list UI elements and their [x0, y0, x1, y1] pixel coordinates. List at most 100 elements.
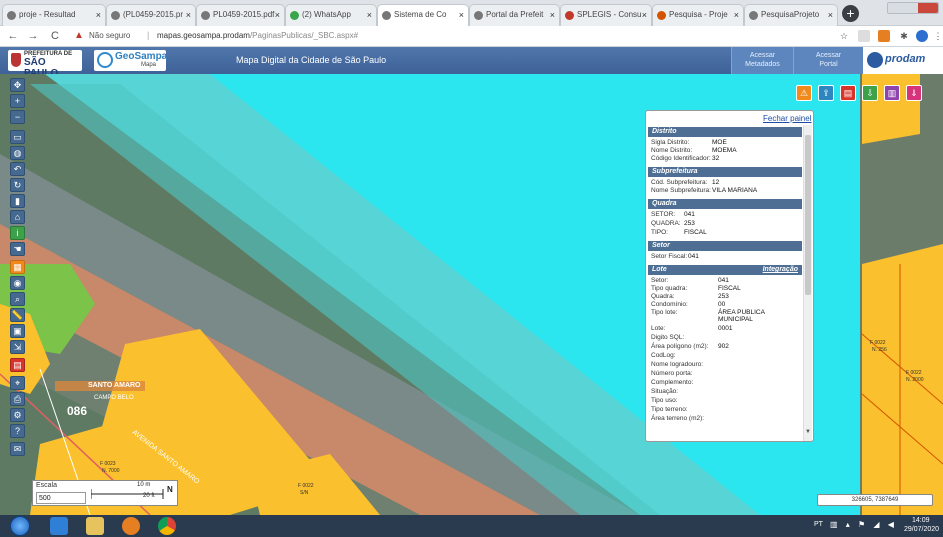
language-indicator[interactable]: PT: [814, 521, 823, 528]
field-value: 0001: [718, 325, 733, 332]
metadados-link-line1: Acessar: [749, 52, 776, 59]
page-title: Mapa Digital da Cidade de São Paulo: [236, 55, 387, 65]
layers-icon[interactable]: ◉: [10, 276, 25, 290]
print-icon[interactable]: ⎙: [10, 392, 25, 406]
upload-icon[interactable]: ⇪: [818, 85, 834, 101]
puzzle-icon[interactable]: ✱: [898, 30, 910, 42]
field-value: MUNICIPAL: [718, 316, 753, 323]
undo-icon[interactable]: ↶: [10, 162, 25, 176]
minimize-button[interactable]: [888, 3, 904, 13]
browser-tab[interactable]: proje - Resultad ×: [2, 4, 106, 26]
browser-tab[interactable]: SPLEGIS - Consu ×: [560, 4, 652, 26]
scroll-down-icon[interactable]: ▼: [804, 429, 812, 435]
help-icon[interactable]: ?: [10, 424, 25, 438]
zoom-out-icon[interactable]: −: [10, 110, 25, 124]
export-icon[interactable]: ⇩: [862, 85, 878, 101]
lot-code-label: F 0022: [906, 370, 922, 376]
browser-tab-active[interactable]: Sistema de Co ×: [377, 4, 469, 26]
chart-icon[interactable]: ▥: [884, 85, 900, 101]
lot-code-label: F 0023: [100, 461, 116, 467]
grid-icon[interactable]: ▦: [10, 260, 25, 274]
search-icon[interactable]: ⌕: [10, 292, 25, 306]
clock-time[interactable]: 14:09: [912, 517, 930, 524]
pan-tool-icon[interactable]: ✥: [10, 78, 25, 92]
internet-explorer-icon[interactable]: [50, 517, 68, 535]
close-icon[interactable]: ×: [275, 5, 280, 25]
field-value: 00: [718, 301, 726, 308]
reload-button[interactable]: C: [48, 28, 62, 44]
close-icon[interactable]: ×: [367, 5, 372, 25]
zoom-box-icon[interactable]: ▭: [10, 130, 25, 144]
favicon-icon: [201, 11, 210, 20]
field-label: Área polígono (m2):: [651, 343, 709, 350]
security-label[interactable]: Não seguro: [89, 31, 130, 40]
metadados-link[interactable]: Acessar Metadados: [731, 47, 793, 74]
print-map-icon[interactable]: ▤: [840, 85, 856, 101]
lot-code-label: F 0022: [298, 483, 314, 489]
file-explorer-icon[interactable]: [86, 517, 104, 535]
browser-tab[interactable]: Portal da Prefeit ×: [469, 4, 560, 26]
mail-icon[interactable]: ✉: [10, 442, 25, 456]
prodam-swirl-icon: [867, 52, 883, 68]
new-tab-button[interactable]: +: [842, 5, 859, 22]
browser-tab[interactable]: (2) WhatsApp ×: [285, 4, 377, 26]
clock-date[interactable]: 29/07/2020: [904, 526, 939, 533]
globe-icon[interactable]: ◍: [10, 146, 25, 160]
menu-icon[interactable]: ⋮: [932, 30, 943, 42]
window-close-button[interactable]: [918, 3, 938, 13]
star-icon[interactable]: ☆: [838, 30, 850, 42]
geosampa-logo[interactable]: GeoSampa Mapa: [94, 50, 167, 71]
scale-label: Escala: [36, 482, 58, 489]
refresh-icon[interactable]: ↻: [10, 178, 25, 192]
info-panel-scrollbar[interactable]: ▼: [803, 125, 812, 441]
browser-tab[interactable]: PL0459-2015.pdf ×: [196, 4, 285, 26]
close-panel-link[interactable]: Fechar painel: [763, 114, 811, 123]
forward-button[interactable]: →: [26, 28, 40, 44]
scrollbar-thumb[interactable]: [805, 135, 811, 295]
district-label: SANTO AMARO: [88, 382, 141, 389]
start-button[interactable]: [10, 516, 30, 536]
monitor-icon[interactable]: ▣: [10, 324, 25, 338]
hand-icon[interactable]: ☚: [10, 242, 25, 256]
back-button[interactable]: ←: [6, 28, 20, 44]
favicon-icon: [111, 11, 120, 20]
scale-input[interactable]: [36, 492, 86, 504]
document-icon[interactable]: ▤: [10, 358, 25, 372]
close-icon[interactable]: ×: [96, 5, 101, 25]
gear-icon[interactable]: ⚙: [10, 408, 25, 422]
system-tray-icons[interactable]: ▥ ▴ ⚑ ◢ ◀: [830, 520, 897, 529]
integration-link[interactable]: Integração: [763, 265, 798, 275]
zoom-in-icon[interactable]: +: [10, 94, 25, 108]
chrome-icon[interactable]: [158, 517, 176, 535]
close-icon[interactable]: ×: [550, 5, 555, 25]
close-icon[interactable]: ×: [459, 5, 464, 25]
profile-avatar[interactable]: [916, 30, 928, 42]
info-icon[interactable]: i: [10, 226, 25, 240]
bookmark-icon[interactable]: ▮: [10, 194, 25, 208]
close-icon[interactable]: ×: [642, 5, 647, 25]
close-icon[interactable]: ×: [186, 5, 191, 25]
media-player-icon[interactable]: [122, 517, 140, 535]
home-icon[interactable]: ⌂: [10, 210, 25, 224]
url-host: mapas.geosampa.prodam: [157, 31, 250, 40]
neighborhood-label: CAMPO BELO: [94, 395, 134, 401]
measure-icon[interactable]: ⇲: [10, 340, 25, 354]
ruler-icon[interactable]: 📏: [10, 308, 25, 322]
field-value: MOEMA: [712, 147, 737, 154]
prodam-logo[interactable]: prodam: [863, 47, 943, 74]
url-field[interactable]: mapas.geosampa.prodam/PaginasPublicas/_S…: [157, 31, 358, 40]
crosshair-icon[interactable]: ⌖: [10, 376, 25, 390]
browser-tab[interactable]: Pesquisa - Proje ×: [652, 4, 744, 26]
prefeitura-logo[interactable]: PREFEITURA DE SÃO PAULO: [8, 50, 82, 79]
extension-icon[interactable]: [858, 30, 870, 42]
favicon-icon: [474, 11, 483, 20]
close-icon[interactable]: ×: [828, 5, 833, 25]
browser-tab[interactable]: PesquisaProjeto ×: [744, 4, 838, 26]
browser-tab[interactable]: (PL0459-2015.pr ×: [106, 4, 196, 26]
download-icon[interactable]: ⇓: [906, 85, 922, 101]
extension-icon[interactable]: [878, 30, 890, 42]
close-icon[interactable]: ×: [734, 5, 739, 25]
pdf-export-icon[interactable]: ⚠: [796, 85, 812, 101]
section-header-subprefeitura: Subprefeitura: [648, 167, 802, 177]
portal-link[interactable]: Acessar Portal: [793, 47, 863, 74]
